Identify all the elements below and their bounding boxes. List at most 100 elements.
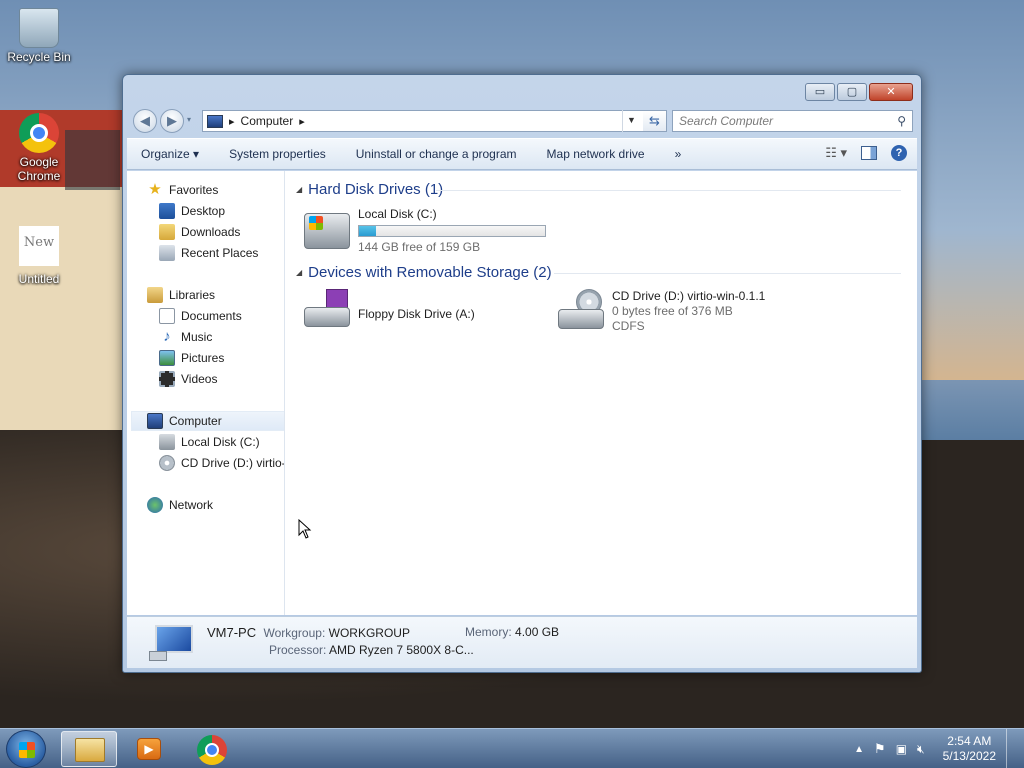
desktop-icon-label: Recycle Bin [7,50,71,64]
explorer-window[interactable]: ▭ ▢ ✕ ◀ ▶ ▾ ▸ Computer ▸ ▼ ⇆ ⚲ Organize … [122,74,922,673]
nav-documents[interactable]: Documents [159,306,242,326]
drive-name: Local Disk (C:) [358,207,437,221]
breadcrumb-arrow[interactable]: ▸ [299,115,305,128]
computer-icon [207,114,223,128]
nav-label: Pictures [181,351,225,365]
breadcrumb-computer[interactable]: Computer [241,114,294,128]
recent-places-icon [159,245,175,261]
memory-label: Memory: [465,625,512,639]
nav-label: Network [169,498,214,512]
videos-filmstrip-icon [159,371,175,387]
pc-name: VM7-PC [207,625,257,640]
search-input[interactable] [679,114,879,128]
group-divider [436,190,901,191]
drive-filesystem: CDFS [612,319,645,333]
drive-name: Floppy Disk Drive (A:) [358,307,475,321]
network-status-icon[interactable]: ▣ [896,742,907,756]
nav-computer[interactable]: Computer [131,411,284,431]
nav-recent-places[interactable]: Recent Places [159,243,258,263]
preview-pane-icon[interactable] [861,146,877,160]
uninstall-program-button[interactable]: Uninstall or change a program [356,147,517,161]
maximize-button[interactable]: ▢ [837,83,867,101]
caption-buttons: ▭ ▢ ✕ [805,83,913,101]
group-divider [554,273,901,274]
nav-network[interactable]: Network [147,495,213,515]
organize-button[interactable]: Organize ▾ [141,147,199,161]
pictures-icon [159,350,175,366]
taskbar-chrome-button[interactable] [184,731,240,767]
drive-cd-d[interactable]: CD Drive (D:) virtio-win-0.1.1 0 bytes f… [558,289,765,334]
nav-label: Local Disk (C:) [181,435,260,449]
start-button[interactable] [6,730,46,768]
action-center-flag-icon[interactable]: ⚑ [874,741,886,757]
drive-free-space: 144 GB free of 159 GB [358,240,481,254]
drive-floppy-a[interactable]: Floppy Disk Drive (A:) [304,289,475,329]
explorer-body: ★ Favorites Desktop Downloads Recent Pla… [127,171,917,615]
nav-favorites[interactable]: ★ Favorites [147,180,218,200]
change-view-icon[interactable]: ☷ ▾ [825,145,847,161]
processor-value: AMD Ryzen 7 5800X 8-C... [329,643,474,657]
minimize-button[interactable]: ▭ [805,83,835,101]
group-title: Hard Disk Drives (1) [308,181,444,198]
desktop-icon-google-chrome[interactable]: Google Chrome [4,113,74,183]
address-root-arrow[interactable]: ▸ [229,115,235,128]
music-note-icon: ♪ [163,328,171,345]
windows-logo-icon [19,742,35,758]
untitled-thumbnail: New [19,226,59,266]
nav-label: Computer [169,414,222,428]
disk-usage-bar [358,225,546,237]
nav-desktop[interactable]: Desktop [159,201,225,221]
toolbar-right: ☷ ▾ ? [825,145,907,161]
nav-label: CD Drive (D:) virtio-w [181,456,285,470]
nav-downloads[interactable]: Downloads [159,222,240,242]
chrome-icon [19,113,59,153]
close-button[interactable]: ✕ [869,83,913,101]
desktop-icon-label: Google Chrome [17,155,61,183]
collapse-triangle-icon[interactable]: ◢ [296,268,302,277]
nav-videos[interactable]: Videos [159,369,217,389]
collapse-triangle-icon[interactable]: ◢ [296,185,302,194]
address-bar[interactable]: ▸ Computer ▸ [202,110,667,132]
nav-cd-drive-d[interactable]: CD Drive (D:) virtio-w [159,453,285,473]
nav-label: Recent Places [181,246,259,260]
details-pane: VM7-PC Workgroup: WORKGROUP Memory: 4.00… [127,616,917,668]
drive-local-disk-c[interactable]: Local Disk (C:) 144 GB free of 159 GB [304,207,546,255]
back-button[interactable]: ◀ [133,109,157,133]
show-hidden-icons-chevron-icon[interactable]: ▲ [854,744,864,755]
more-commands-button[interactable]: » [675,147,682,161]
map-network-drive-button[interactable]: Map network drive [547,147,645,161]
show-desktop-button[interactable] [1006,729,1016,768]
nav-local-disk-c[interactable]: Local Disk (C:) [159,432,260,452]
workgroup-label: Workgroup: [263,626,326,640]
desktop-icon-recycle-bin[interactable]: Recycle Bin [4,8,74,64]
group-hard-disk-drives[interactable]: ◢ Hard Disk Drives (1) [296,181,443,198]
nav-music[interactable]: ♪ Music [159,327,212,347]
refresh-button[interactable]: ⇆ [643,110,667,132]
system-properties-button[interactable]: System properties [229,147,326,161]
recent-pages-chevron-icon[interactable]: ▾ [187,115,191,124]
search-icon[interactable]: ⚲ [897,114,906,128]
content-pane[interactable]: ◢ Hard Disk Drives (1) Local Disk (C:) 1… [286,171,917,615]
taskbar-media-player-button[interactable]: ▶ [121,731,177,767]
search-box[interactable]: ⚲ [672,110,913,132]
cd-drive-icon [558,289,604,329]
desktop-icon-untitled[interactable]: New Untitled [4,226,74,286]
mouse-cursor-icon [298,519,312,539]
refresh-icon: ⇆ [649,113,660,128]
volume-muted-icon[interactable]: 🔇︎ [917,742,925,757]
help-icon[interactable]: ? [891,145,907,161]
forward-button[interactable]: ▶ [160,109,184,133]
clock[interactable]: 2:54 AM 5/13/2022 [943,734,996,764]
navigation-pane[interactable]: ★ Favorites Desktop Downloads Recent Pla… [127,171,285,615]
computer-monitor-icon [149,625,193,661]
group-removable-storage[interactable]: ◢ Devices with Removable Storage (2) [296,264,552,281]
nav-pictures[interactable]: Pictures [159,348,224,368]
nav-libraries[interactable]: Libraries [147,285,215,305]
libraries-icon [147,287,163,303]
windows-hard-disk-icon [304,213,350,249]
downloads-folder-icon [159,224,175,240]
address-dropdown-icon[interactable]: ▼ [622,110,640,132]
drive-free-space: 0 bytes free of 376 MB [612,304,733,318]
nav-label: Libraries [169,288,216,302]
taskbar-explorer-button[interactable] [61,731,117,767]
